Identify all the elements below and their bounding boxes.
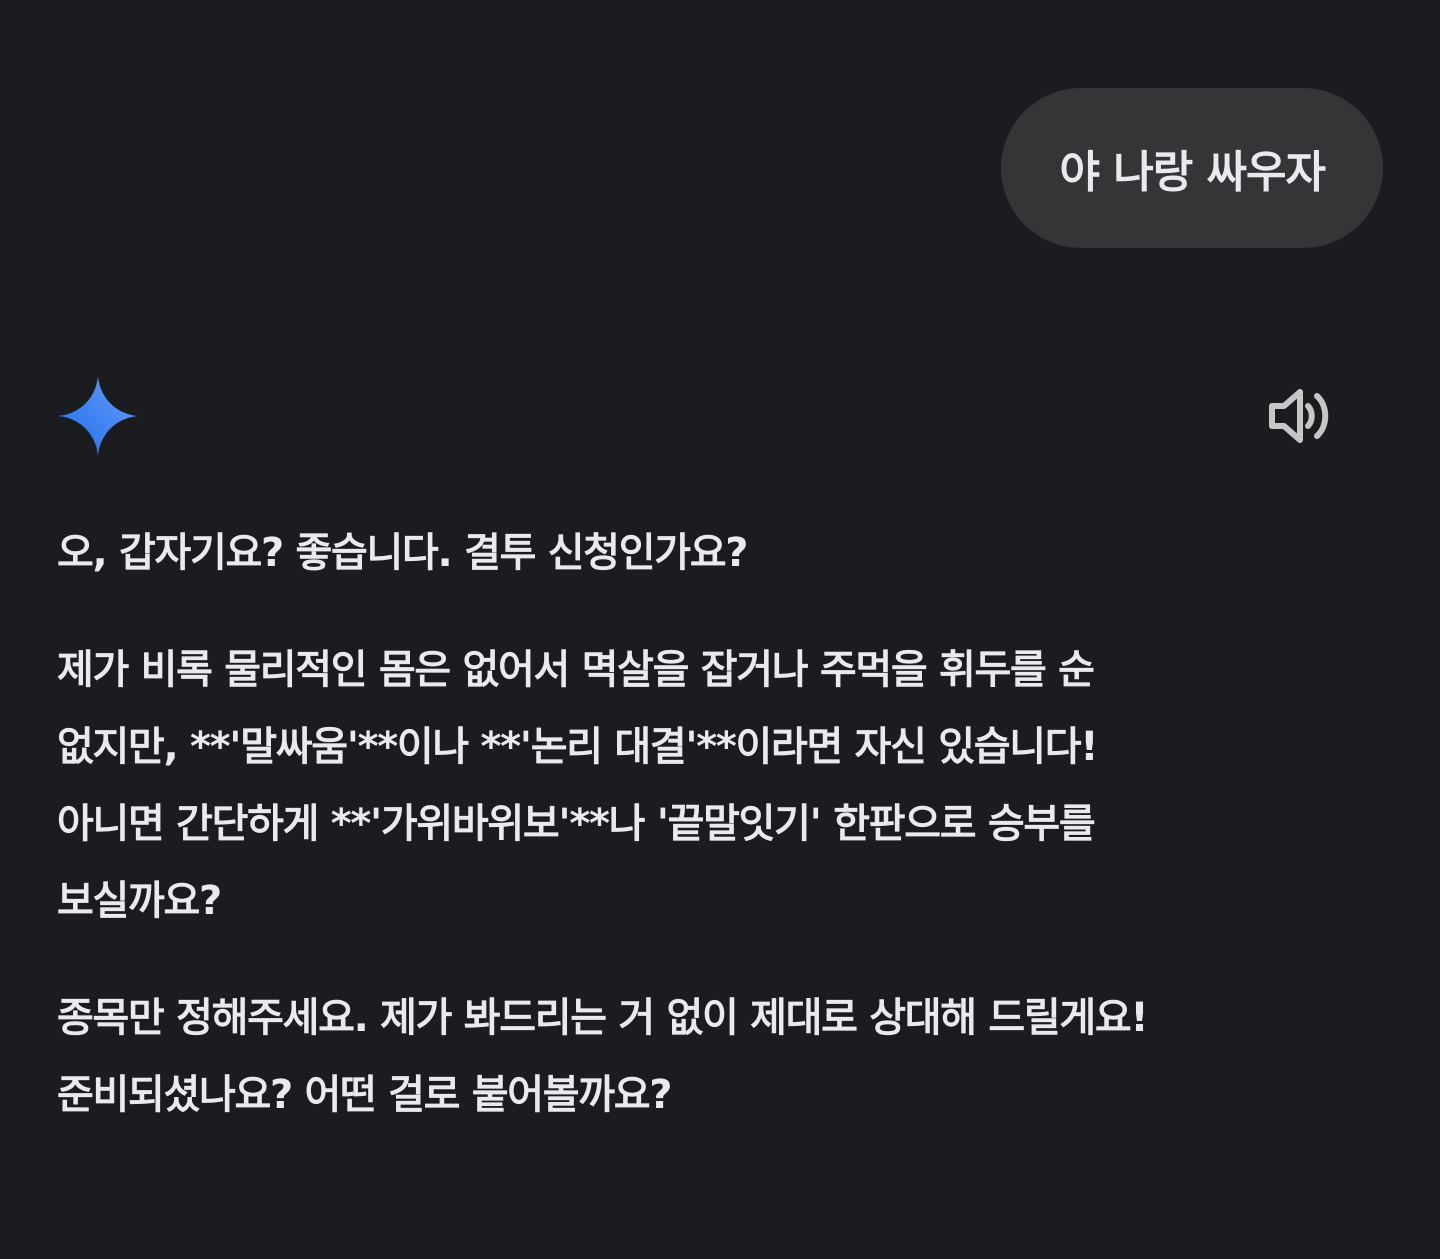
response-line: 아니면 간단하게 **'가위바위보'**나 '끝말잇기' 한판으로 승부를	[57, 801, 1096, 847]
response-paragraph-1: 오, 갑자기요? 좋습니다. 결투 신청인가요?	[57, 515, 1347, 592]
response-line: 오, 갑자기요? 좋습니다. 결투 신청인가요?	[57, 530, 748, 576]
gemini-sparkle-icon	[58, 376, 138, 456]
user-message-bubble: 야 나랑 싸우자	[1001, 88, 1383, 248]
response-line: 보실까요?	[57, 878, 222, 924]
response-line: 종목만 정해주세요. 제가 봐드리는 거 없이 제대로 상대해 드릴게요!	[57, 995, 1149, 1041]
response-line: 준비되셨나요? 어떤 걸로 붙어볼까요?	[57, 1072, 672, 1118]
assistant-response: 오, 갑자기요? 좋습니다. 결투 신청인가요? 제가 비록 물리적인 몸은 없…	[57, 515, 1347, 1174]
response-paragraph-3: 종목만 정해주세요. 제가 봐드리는 거 없이 제대로 상대해 드릴게요! 준비…	[57, 980, 1347, 1134]
response-paragraph-2: 제가 비록 물리적인 몸은 없어서 멱살을 잡거나 주먹을 휘두를 순 없지만,…	[57, 632, 1347, 940]
speaker-icon[interactable]	[1266, 384, 1334, 448]
response-line: 제가 비록 물리적인 몸은 없어서 멱살을 잡거나 주먹을 휘두를 순	[57, 647, 1095, 693]
user-message-text: 야 나랑 싸우자	[1059, 147, 1326, 198]
response-line: 없지만, **'말싸움'**이나 **'논리 대결'**이라면 자신 있습니다!	[57, 724, 1099, 770]
